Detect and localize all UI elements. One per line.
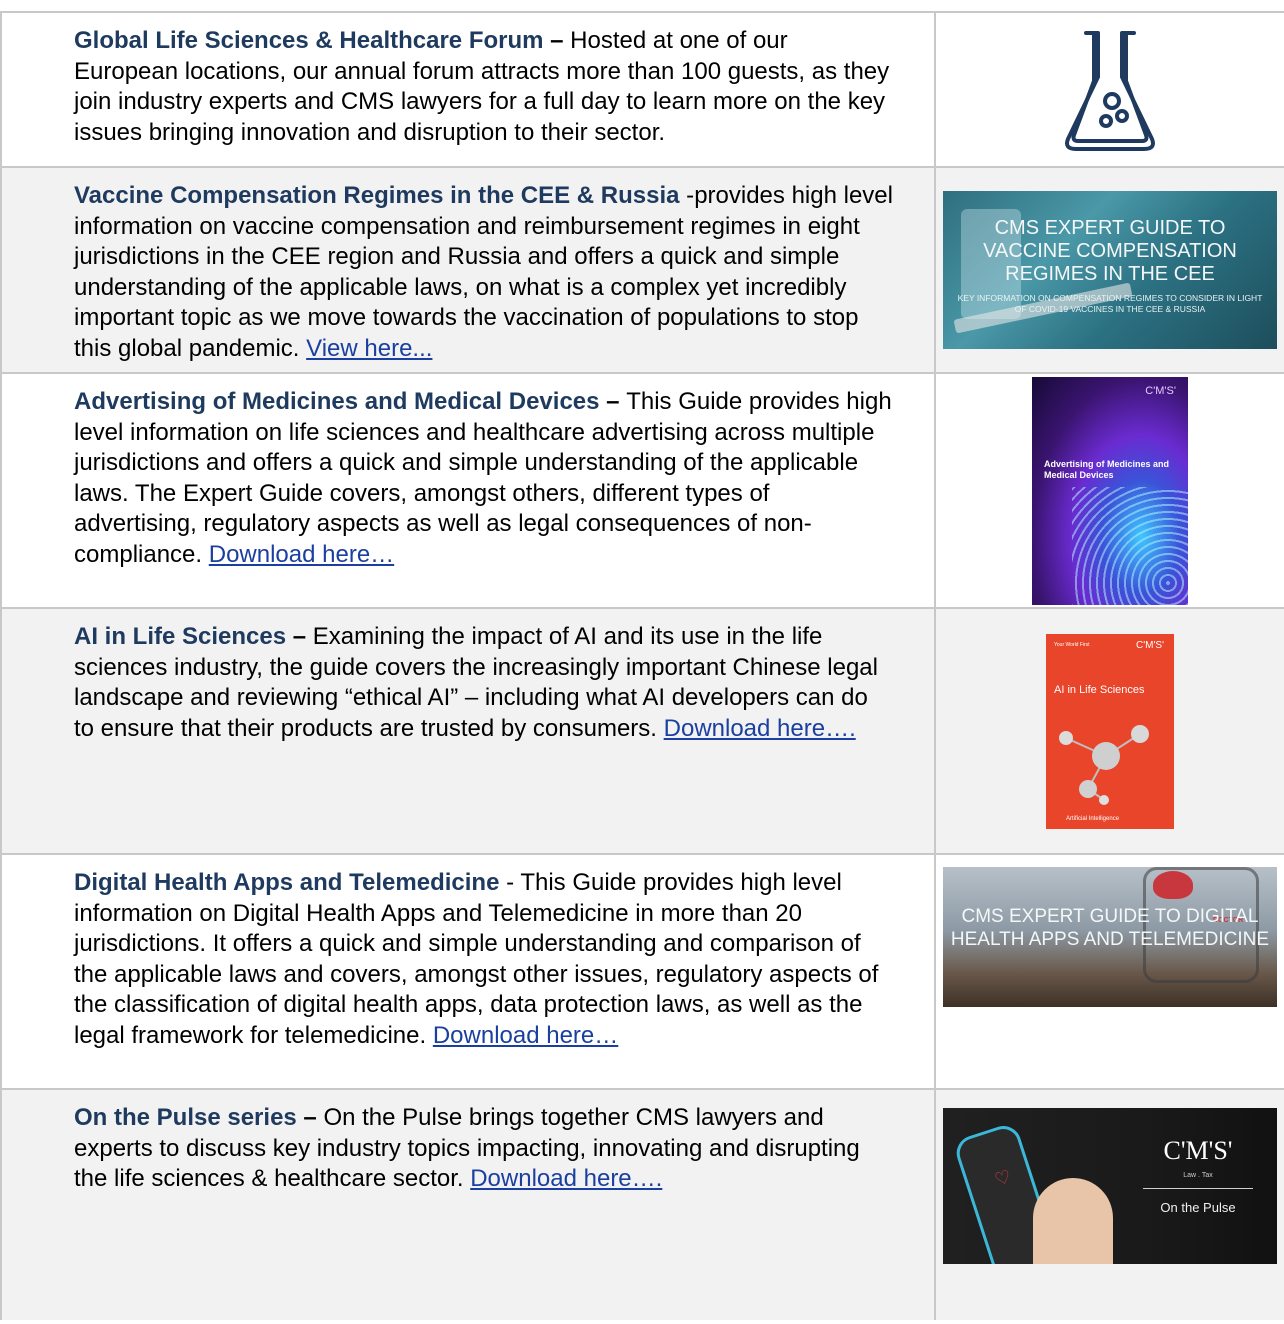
row-image-cell: C'M'S' Advertising of Medicines and Medi… [936, 374, 1284, 607]
row-text: Advertising of Medicines and Medical Dev… [2, 374, 936, 607]
advertising-guide-cover[interactable]: C'M'S' Advertising of Medicines and Medi… [1032, 376, 1188, 605]
finger-shape [1033, 1178, 1113, 1264]
row-image-cell: CMS EXPERT GUIDE TO VACCINE COMPENSATION… [936, 168, 1284, 372]
view-here-link[interactable]: View here... [306, 335, 432, 362]
cover-footer: Artificial Intelligence [1066, 815, 1120, 822]
row-title: Vaccine Compensation Regimes in the CEE … [74, 182, 680, 209]
light-dots-pattern [1072, 486, 1188, 605]
row-separator: - [679, 182, 695, 209]
row-image-cell: ♡ C'M'S' Law . Tax On the Pulse [936, 1090, 1284, 1320]
divider [1143, 1188, 1253, 1189]
row-image-cell: DOCTOR CMS EXPERT GUIDE TO DIGITAL HEALT… [936, 855, 1284, 1088]
series-name: On the Pulse [1160, 1200, 1236, 1215]
table-row: Vaccine Compensation Regimes in the CEE … [0, 168, 1284, 374]
table-row: On the Pulse series – On the Pulse bring… [0, 1090, 1284, 1320]
digital-health-guide-thumbnail[interactable]: DOCTOR CMS EXPERT GUIDE TO DIGITAL HEALT… [943, 867, 1277, 1007]
download-here-link[interactable]: Download here… [209, 541, 394, 568]
download-here-link[interactable]: Download here…. [470, 1165, 662, 1192]
row-text: On the Pulse series – On the Pulse bring… [2, 1090, 936, 1320]
download-here-link[interactable]: Download here… [433, 1022, 618, 1049]
row-title: AI in Life Sciences [74, 623, 287, 650]
resources-table: Global Life Sciences & Healthcare Forum … [0, 11, 1284, 1320]
row-separator: – [543, 27, 571, 54]
heart-shape [1153, 871, 1193, 899]
cover-title: Advertising of Medicines and Medical Dev… [1044, 458, 1170, 480]
cms-logo: C'M'S' [1145, 384, 1176, 397]
row-title: Global Life Sciences & Healthcare Forum [74, 27, 544, 54]
table-row: AI in Life Sciences – Examining the impa… [0, 609, 1284, 855]
row-separator: – [286, 623, 313, 650]
row-image-cell [936, 13, 1284, 166]
row-text: AI in Life Sciences – Examining the impa… [2, 609, 936, 853]
row-image-cell: Your World First C'M'S' AI in Life Scien… [936, 609, 1284, 853]
row-title: Digital Health Apps and Telemedicine [74, 869, 500, 896]
on-the-pulse-thumbnail[interactable]: ♡ C'M'S' Law . Tax On the Pulse [943, 1108, 1277, 1264]
row-text: Global Life Sciences & Healthcare Forum … [2, 13, 936, 166]
thumbnail-subtitle: KEY INFORMATION ON COMPENSATION REGIMES … [957, 293, 1263, 314]
table-row: Digital Health Apps and Telemedicine - T… [0, 855, 1284, 1090]
row-separator: – [599, 388, 627, 415]
row-text: Vaccine Compensation Regimes in the CEE … [2, 168, 936, 372]
row-text: Digital Health Apps and Telemedicine - T… [2, 855, 936, 1088]
table-row: Advertising of Medicines and Medical Dev… [0, 374, 1284, 609]
ai-guide-cover[interactable]: Your World First C'M'S' AI in Life Scien… [1046, 633, 1174, 829]
vaccine-guide-thumbnail[interactable]: CMS EXPERT GUIDE TO VACCINE COMPENSATION… [943, 191, 1277, 349]
flask-icon [1065, 30, 1155, 151]
table-row: Global Life Sciences & Healthcare Forum … [0, 13, 1284, 168]
row-separator: – [296, 1104, 324, 1131]
thumbnail-title: CMS EXPERT GUIDE TO DIGITAL HEALTH APPS … [950, 906, 1270, 950]
molecule-icon [1059, 724, 1149, 805]
thumbnail-title: CMS EXPERT GUIDE TO VACCINE COMPENSATION… [983, 217, 1237, 285]
row-title: On the Pulse series [74, 1104, 297, 1131]
row-title: Advertising of Medicines and Medical Dev… [74, 388, 600, 415]
cms-sublogo: Law . Tax [1183, 1172, 1213, 1179]
row-separator: - [499, 869, 521, 896]
cms-logo: C'M'S' [1163, 1136, 1233, 1165]
download-here-link[interactable]: Download here…. [664, 715, 856, 742]
